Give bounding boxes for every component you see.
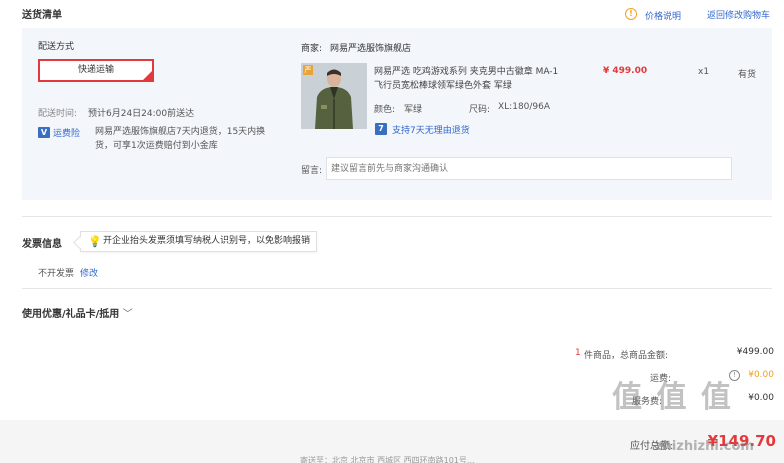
- invoice-edit-link[interactable]: 修改: [80, 266, 98, 279]
- size-value: XL:180/96A: [498, 102, 551, 112]
- page-title: 送货清单: [22, 10, 62, 21]
- invoice-tip: 💡 开企业抬头发票须填写纳税人识别号，以免影响报销: [80, 231, 318, 252]
- coupon-toggle[interactable]: 使用优惠/礼品卡/抵用 ﹀: [22, 305, 133, 320]
- insurance-text: 网易严选服饰旗舰店7天内退货，15天内换货，可享1次运费赔付到小金库: [95, 127, 266, 151]
- chevron-down-icon: ﹀: [122, 309, 133, 320]
- product-stock: 有货: [738, 70, 757, 80]
- shop-label: 商家:: [301, 44, 323, 54]
- info-icon: !: [625, 8, 637, 20]
- insurance-icon: V: [38, 127, 50, 138]
- shop-name[interactable]: 网易严选服饰旗舰店: [330, 41, 411, 54]
- message-label: 留言:: [301, 166, 323, 176]
- coupon-title: 使用优惠/礼品卡/抵用: [22, 309, 120, 320]
- item-count: 1: [575, 348, 581, 358]
- product-thumbnail[interactable]: 严: [301, 63, 367, 129]
- invoice-status: 不开发票: [38, 269, 75, 279]
- product-price: ¥ 499.00: [603, 66, 648, 76]
- watermark-url: zhizhizhi.com: [655, 439, 754, 454]
- delivery-time-value: 预计6月24日24:00前送达: [88, 109, 195, 119]
- shipping-method-button[interactable]: 快递运输: [38, 59, 154, 82]
- divider: [22, 216, 772, 217]
- product-quantity: x1: [698, 67, 710, 77]
- selected-corner-icon: [143, 71, 152, 80]
- shipping-label: 配送方式: [38, 42, 75, 52]
- item-count-text: 件商品，总商品金额:: [584, 351, 669, 361]
- size-label: 尺码:: [469, 105, 491, 115]
- product-title[interactable]: 网易严选 吃鸡游戏系列 夹克男中古徽章 MA-1飞行员宽松棒球领军绿色外套 军绿: [374, 65, 566, 93]
- shipping-method-label: 快递运输: [77, 65, 114, 75]
- invoice-title: 发票信息: [22, 239, 62, 250]
- invoice-tip-text: 开企业抬头发票须填写纳税人识别号，以免影响报销: [103, 236, 311, 246]
- watermark-logo: 值 值 值: [612, 380, 733, 415]
- delivery-time-label: 配送时间:: [38, 109, 78, 119]
- back-to-cart-link[interactable]: 返回修改购物车: [707, 8, 770, 21]
- return-policy[interactable]: 支持7天无理由退货: [392, 123, 470, 136]
- goods-total: ¥499.00: [736, 347, 774, 357]
- divider: [22, 288, 772, 289]
- color-label: 颜色:: [374, 105, 396, 115]
- lightbulb-icon: 💡: [88, 235, 102, 248]
- price-info-link[interactable]: 价格说明: [645, 9, 681, 22]
- message-input[interactable]: [326, 157, 732, 180]
- color-value: 军绿: [404, 105, 423, 115]
- delivery-address: 寄送至：北京 北京市 西城区 西四环南路101号...: [300, 456, 475, 463]
- insurance-label: 运费险: [53, 129, 81, 139]
- return-policy-icon: 7: [375, 123, 387, 135]
- brand-badge-icon: 严: [303, 65, 313, 75]
